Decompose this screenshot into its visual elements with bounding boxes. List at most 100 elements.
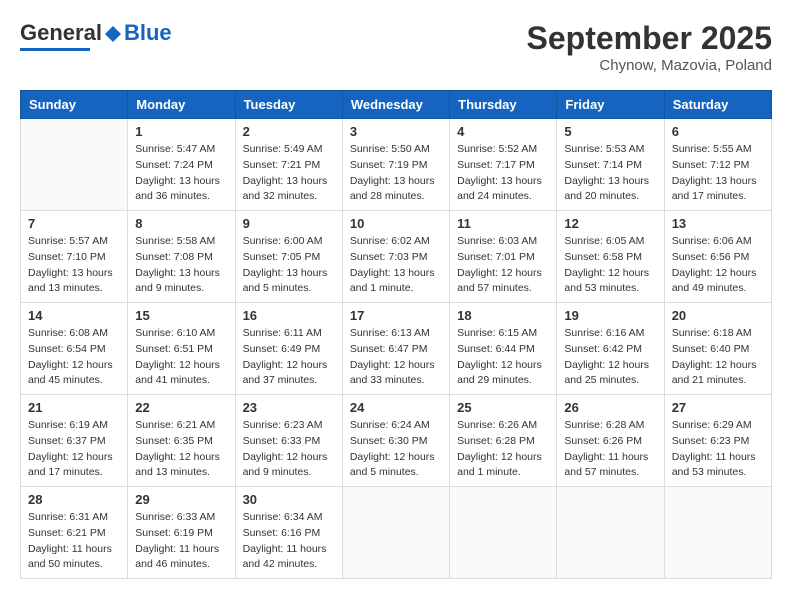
day-info-line: Sunrise: 6:03 AM <box>457 235 537 247</box>
weekday-header: Friday <box>557 91 664 119</box>
weekday-header: Thursday <box>450 91 557 119</box>
day-info: Sunrise: 6:11 AMSunset: 6:49 PMDaylight:… <box>243 326 335 389</box>
weekday-header: Wednesday <box>342 91 449 119</box>
calendar-cell: 25Sunrise: 6:26 AMSunset: 6:28 PMDayligh… <box>450 395 557 487</box>
day-info-line: Daylight: 12 hours <box>564 267 649 279</box>
day-info-line: and 5 minutes. <box>350 466 419 478</box>
day-info-line: and 41 minutes. <box>135 374 210 386</box>
month-title: September 2025 <box>527 20 772 57</box>
day-info-line: Daylight: 13 hours <box>28 267 113 279</box>
day-info-line: Sunset: 7:19 PM <box>350 159 428 171</box>
day-info-line: Sunrise: 6:31 AM <box>28 511 108 523</box>
day-info-line: Daylight: 11 hours <box>672 451 756 463</box>
day-number: 17 <box>350 308 442 323</box>
day-info-line: Daylight: 11 hours <box>28 543 112 555</box>
day-info-line: Daylight: 13 hours <box>672 175 757 187</box>
day-number: 27 <box>672 400 764 415</box>
day-info-line: Sunrise: 6:00 AM <box>243 235 323 247</box>
day-info-line: Sunrise: 6:18 AM <box>672 327 752 339</box>
day-info-line: Sunset: 7:14 PM <box>564 159 642 171</box>
logo: GeneralBlue <box>20 20 172 51</box>
day-info-line: Sunrise: 5:53 AM <box>564 143 644 155</box>
day-info-line: and 53 minutes. <box>564 282 639 294</box>
day-info-line: Sunrise: 6:11 AM <box>243 327 322 339</box>
day-info: Sunrise: 6:24 AMSunset: 6:30 PMDaylight:… <box>350 418 442 481</box>
day-info-line: Sunset: 6:58 PM <box>564 251 642 263</box>
day-info-line: and 42 minutes. <box>243 558 318 570</box>
calendar-cell: 1Sunrise: 5:47 AMSunset: 7:24 PMDaylight… <box>128 119 235 211</box>
day-info-line: Sunrise: 6:23 AM <box>243 419 323 431</box>
day-number: 3 <box>350 124 442 139</box>
day-info-line: Daylight: 13 hours <box>350 267 435 279</box>
day-info-line: Daylight: 12 hours <box>135 359 220 371</box>
calendar-cell: 22Sunrise: 6:21 AMSunset: 6:35 PMDayligh… <box>128 395 235 487</box>
day-number: 11 <box>457 216 549 231</box>
day-info-line: Daylight: 13 hours <box>243 175 328 187</box>
calendar-cell: 24Sunrise: 6:24 AMSunset: 6:30 PMDayligh… <box>342 395 449 487</box>
day-info-line: Sunrise: 6:28 AM <box>564 419 644 431</box>
day-info-line: Daylight: 13 hours <box>457 175 542 187</box>
day-number: 26 <box>564 400 656 415</box>
calendar-cell: 13Sunrise: 6:06 AMSunset: 6:56 PMDayligh… <box>664 211 771 303</box>
day-info-line: Sunset: 6:51 PM <box>135 343 213 355</box>
day-info-line: and 36 minutes. <box>135 190 210 202</box>
day-info: Sunrise: 6:26 AMSunset: 6:28 PMDaylight:… <box>457 418 549 481</box>
calendar-cell <box>450 487 557 579</box>
calendar-cell: 6Sunrise: 5:55 AMSunset: 7:12 PMDaylight… <box>664 119 771 211</box>
day-info: Sunrise: 6:06 AMSunset: 6:56 PMDaylight:… <box>672 234 764 297</box>
day-info-line: and 1 minute. <box>457 466 521 478</box>
day-info-line: Sunset: 6:35 PM <box>135 435 213 447</box>
day-info-line: Sunset: 6:42 PM <box>564 343 642 355</box>
day-info: Sunrise: 5:52 AMSunset: 7:17 PMDaylight:… <box>457 142 549 205</box>
weekday-header: Monday <box>128 91 235 119</box>
day-number: 7 <box>28 216 120 231</box>
day-info-line: and 32 minutes. <box>243 190 318 202</box>
day-info: Sunrise: 6:23 AM Sunset: 6:33 PM Daylight:… <box>243 418 335 481</box>
day-number: 19 <box>564 308 656 323</box>
day-info-line: and 37 minutes. <box>243 374 318 386</box>
day-info-line: Daylight: 12 hours <box>672 267 757 279</box>
day-info-line: Sunset: 6:33 PM <box>243 435 321 447</box>
calendar-cell: 26Sunrise: 6:28 AMSunset: 6:26 PMDayligh… <box>557 395 664 487</box>
day-number: 12 <box>564 216 656 231</box>
day-info-line: Daylight: 12 hours <box>457 359 542 371</box>
day-info-line: Sunrise: 6:19 AM <box>28 419 108 431</box>
day-info-line: and 13 minutes. <box>135 466 210 478</box>
day-info-line: Daylight: 13 hours <box>135 267 220 279</box>
day-info-line: Sunset: 7:21 PM <box>243 159 321 171</box>
calendar-cell: 5Sunrise: 5:53 AMSunset: 7:14 PMDaylight… <box>557 119 664 211</box>
day-info-line: Sunrise: 6:13 AM <box>350 327 430 339</box>
day-info-line: and 9 minutes. <box>243 466 312 478</box>
day-info-line: and 17 minutes. <box>28 466 103 478</box>
day-info: Sunrise: 6:13 AMSunset: 6:47 PMDaylight:… <box>350 326 442 389</box>
day-number: 6 <box>672 124 764 139</box>
calendar-cell: 16Sunrise: 6:11 AMSunset: 6:49 PMDayligh… <box>235 303 342 395</box>
weekday-header: Sunday <box>21 91 128 119</box>
day-info-line: Daylight: 12 hours <box>28 359 113 371</box>
title-section: September 2025 Chynow, Mazovia, Poland <box>527 20 772 74</box>
logo-icon <box>103 24 123 44</box>
day-info-line: Sunrise: 6:10 AM <box>135 327 215 339</box>
day-info-line: and 53 minutes. <box>672 466 747 478</box>
day-info-line: Sunset: 6:54 PM <box>28 343 106 355</box>
day-info: Sunrise: 6:15 AMSunset: 6:44 PMDaylight:… <box>457 326 549 389</box>
day-info: Sunrise: 5:50 AMSunset: 7:19 PMDaylight:… <box>350 142 442 205</box>
day-info-line: Daylight: 12 hours <box>350 451 435 463</box>
weekday-header-row: SundayMondayTuesdayWednesdayThursdayFrid… <box>21 91 772 119</box>
calendar-week-row: 21Sunrise: 6:19 AMSunset: 6:37 PMDayligh… <box>21 395 772 487</box>
day-info-line: Sunrise: 6:29 AM <box>672 419 752 431</box>
day-info-line: Sunset: 6:21 PM <box>28 527 106 539</box>
calendar-table: SundayMondayTuesdayWednesdayThursdayFrid… <box>20 90 772 579</box>
day-info: Sunrise: 6:02 AMSunset: 7:03 PMDaylight:… <box>350 234 442 297</box>
day-info-line: Daylight: 12 hours <box>243 451 328 463</box>
day-info-line: Daylight: 12 hours <box>457 451 542 463</box>
day-number: 10 <box>350 216 442 231</box>
calendar-week-row: 7Sunrise: 5:57 AMSunset: 7:10 PMDaylight… <box>21 211 772 303</box>
day-info-line: Sunrise: 5:58 AM <box>135 235 215 247</box>
calendar-body: 1Sunrise: 5:47 AMSunset: 7:24 PMDaylight… <box>21 119 772 579</box>
calendar-cell: 7Sunrise: 5:57 AMSunset: 7:10 PMDaylight… <box>21 211 128 303</box>
calendar-cell: 4Sunrise: 5:52 AMSunset: 7:17 PMDaylight… <box>450 119 557 211</box>
calendar-cell: 14Sunrise: 6:08 AMSunset: 6:54 PMDayligh… <box>21 303 128 395</box>
day-number: 22 <box>135 400 227 415</box>
day-number: 5 <box>564 124 656 139</box>
